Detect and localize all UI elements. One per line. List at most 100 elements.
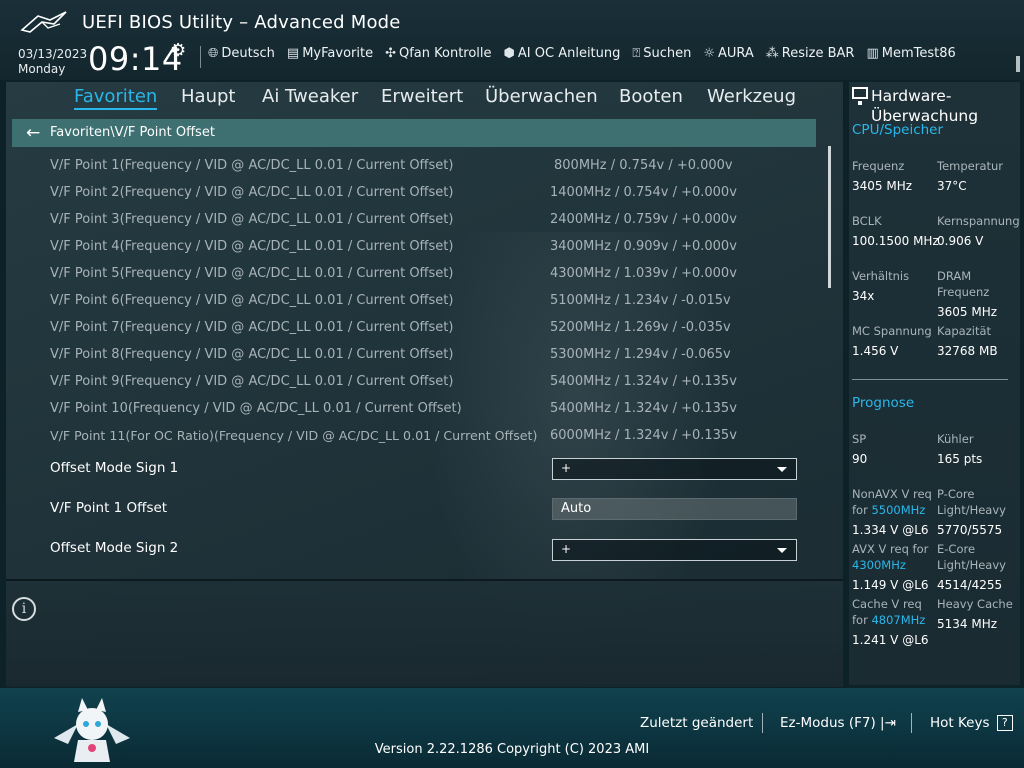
back-arrow-icon[interactable]: ← (26, 123, 40, 143)
rog-logo-icon (20, 11, 67, 33)
bclk-value: 100.1500 MHz (852, 234, 939, 248)
vf-point-10-value: 5400MHz / 1.324v / +0.135v (550, 401, 737, 416)
hot-keys-label: Hot Keys (930, 715, 990, 731)
toolbar: 🌐︎ Deutsch ▤ MyFavorite ✣ Qfan Kontrolle… (208, 46, 956, 61)
tab-booten[interactable]: Booten (619, 86, 683, 107)
vf-point-4-label: V/F Point 4(Frequency / VID @ AC/DC_LL 0… (50, 239, 454, 254)
vf-point-9-label: V/F Point 9(Frequency / VID @ AC/DC_LL 0… (50, 374, 454, 389)
hot-keys-button[interactable]: Hot Keys ? (930, 715, 1013, 731)
search-help-icon: ⍰ (632, 46, 641, 61)
vf-point-8-value: 5300MHz / 1.294v / -0.065v (550, 347, 731, 362)
vf-point-10-label: V/F Point 10(Frequency / VID @ AC/DC_LL … (50, 401, 462, 416)
memtest-icon: ▥ (866, 46, 879, 61)
vf-point-7-label: V/F Point 7(Frequency / VID @ AC/DC_LL 0… (50, 320, 454, 335)
vf-point-3-label: V/F Point 3(Frequency / VID @ AC/DC_LL 0… (50, 212, 454, 227)
language-label: Deutsch (221, 46, 275, 61)
bclk-label: BCLK (852, 214, 882, 228)
prognose-section-title: Prognose (852, 395, 915, 411)
freq-value: 3405 MHz (852, 179, 913, 193)
breadcrumb: ← Favoriten\V/F Point Offset (12, 119, 816, 147)
vf-point-7-value: 5200MHz / 1.269v / -0.035v (550, 320, 731, 335)
avx-label: AVX V req for 4300MHz (852, 541, 934, 573)
divider (762, 713, 763, 733)
toolbar-scroll-indicator[interactable] (1016, 56, 1020, 72)
offset-mode-sign-1-label[interactable]: Offset Mode Sign 1 (50, 460, 178, 476)
vf-point-4-value: 3400MHz / 0.909v / +0.000v (550, 239, 737, 254)
freq-label: Frequenz (852, 159, 905, 173)
resize-bar-label: Resize BAR (781, 46, 855, 61)
cooler-value: 165 pts (937, 452, 983, 466)
date-display: 03/13/2023 Monday (18, 47, 87, 77)
ai-oc-button[interactable]: ⬢ AI OC Anleitung (504, 46, 621, 61)
offset-mode-sign-1-value: + (561, 461, 572, 475)
clock: 09:14 (88, 40, 183, 78)
divider (911, 713, 912, 733)
ez-mode-label: Ez-Modus (F7) (780, 715, 876, 731)
qfan-button[interactable]: ✣ Qfan Kontrolle (385, 46, 491, 61)
cache-freq: 4807MHz (871, 613, 926, 627)
memtest-button[interactable]: ▥ MemTest86 (866, 46, 955, 61)
vf-point-3-value: 2400MHz / 0.759v / +0.000v (550, 212, 737, 227)
vf-point-6-label: V/F Point 6(Frequency / VID @ AC/DC_LL 0… (50, 293, 454, 308)
info-icon: i (12, 597, 36, 621)
capacity-label: Kapazität (937, 324, 992, 338)
date-text: 03/13/2023 (18, 47, 88, 61)
temp-label: Temperatur (937, 159, 1004, 173)
fan-icon: ✣ (385, 46, 396, 61)
search-button[interactable]: ⍰ Suchen (632, 46, 691, 61)
ez-mode-button[interactable]: Ez-Modus (F7) |⇥ (780, 715, 896, 731)
vf-point-9-value: 5400MHz / 1.324v / +0.135v (550, 374, 737, 389)
myfavorite-label: MyFavorite (302, 46, 374, 61)
avx-label-text: AVX V req for (852, 542, 929, 556)
offset-mode-sign-2-label[interactable]: Offset Mode Sign 2 (50, 540, 178, 556)
myfavorite-icon: ▤ (286, 46, 300, 61)
hardware-monitor-panel: Hardware-Überwachung CPU/Speicher Freque… (849, 82, 1020, 685)
aura-label: AURA (717, 46, 754, 61)
offset-mode-sign-1-dropdown[interactable]: + (552, 458, 797, 480)
resize-bar-button[interactable]: ⁂ Resize BAR (766, 46, 855, 61)
vf-point-1-offset-input[interactable]: Auto (552, 498, 797, 520)
heavy-cache-label: Heavy Cache (937, 597, 1013, 611)
top-bar: UEFI BIOS Utility – Advanced Mode 03/13/… (0, 0, 1024, 80)
offset-mode-sign-2-dropdown[interactable]: + (552, 539, 797, 561)
nonavx-value: 1.334 V @L6 (852, 523, 929, 537)
scrollbar[interactable] (828, 146, 831, 288)
dram-freq-value: 3605 MHz (937, 305, 998, 319)
chevron-down-icon (777, 467, 787, 472)
footer: Zuletzt geändert Ez-Modus (F7) |⇥ Hot Ke… (0, 688, 1024, 768)
avx-freq: 4300MHz (852, 558, 906, 572)
last-changed-button[interactable]: Zuletzt geändert (640, 715, 753, 731)
tab-erweitert[interactable]: Erweitert (381, 86, 463, 107)
mc-voltage-value: 1.456 V (852, 344, 899, 358)
aura-button[interactable]: ☼ AURA (703, 46, 753, 61)
cache-label: Cache V req for 4807MHz (852, 596, 932, 628)
vf-point-1-offset-label[interactable]: V/F Point 1 Offset (50, 500, 167, 516)
myfavorite-button[interactable]: ▤ MyFavorite (287, 46, 373, 61)
ratio-label: Verhältnis (852, 269, 910, 283)
gear-icon[interactable]: ⚙ (170, 40, 186, 61)
tab-haupt[interactable]: Haupt (181, 86, 235, 107)
tab-ai-tweaker[interactable]: Ai Tweaker (262, 86, 358, 107)
aura-icon: ☼ (703, 46, 715, 61)
divider (852, 379, 1008, 380)
vf-point-11-label: V/F Point 11(For OC Ratio)(Frequency / V… (50, 428, 538, 443)
app-title: UEFI BIOS Utility – Advanced Mode (82, 12, 401, 33)
tab-werkzeug[interactable]: Werkzeug (707, 86, 796, 107)
nonavx-label: NonAVX V req for 5500MHz (852, 486, 932, 518)
cpu-memory-section-title: CPU/Speicher (852, 122, 944, 138)
core-voltage-value: 0.906 V (937, 234, 984, 248)
pcore-value: 5770/5575 (937, 523, 1003, 537)
nonavx-freq: 5500MHz (871, 503, 926, 517)
tab-ueberwachen[interactable]: Überwachen (485, 86, 598, 107)
offset-mode-sign-2-value: + (561, 542, 572, 556)
chevron-down-icon (777, 548, 787, 553)
temp-value: 37°C (937, 179, 967, 193)
globe-icon: 🌐︎ (208, 46, 219, 61)
mc-voltage-label: MC Spannung (852, 324, 932, 338)
sp-label: SP (852, 432, 867, 446)
pcore-label: P-Core Light/Heavy (937, 487, 1006, 517)
tab-favoriten[interactable]: Favoriten (74, 86, 158, 110)
vf-point-1-label: V/F Point 1(Frequency / VID @ AC/DC_LL 0… (50, 158, 454, 173)
breadcrumb-text: Favoriten\V/F Point Offset (50, 125, 215, 140)
language-button[interactable]: 🌐︎ Deutsch (208, 46, 275, 61)
